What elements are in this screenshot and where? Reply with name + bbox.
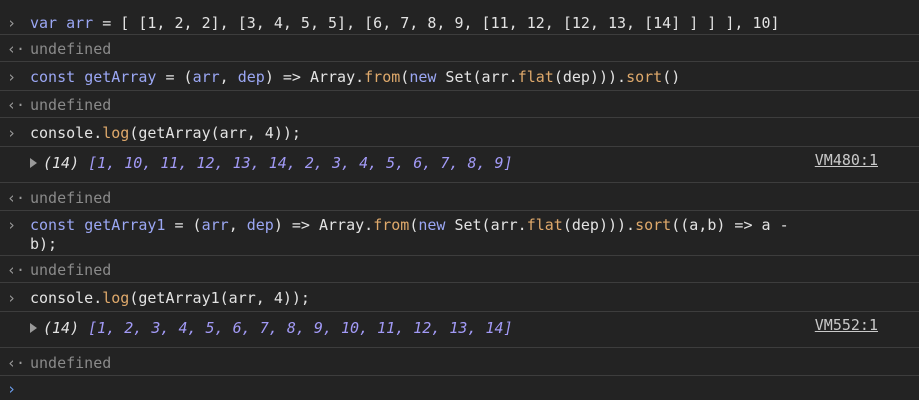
method-name: sort <box>635 216 672 234</box>
param: arr <box>201 216 229 234</box>
console-log-output: (14) [1, 10, 11, 12, 13, 14, 2, 3, 4, 5,… <box>0 147 919 183</box>
code-line: const getArray1 = (arr, dep) => Array.fr… <box>30 216 879 235</box>
code-text: (dep))). <box>562 216 636 234</box>
variable-name: getArray1 <box>84 216 166 234</box>
code-line: const getArray = (arr, dep) => Array.fro… <box>30 68 879 87</box>
code-line: console.log(getArray(arr, 4)); <box>30 124 879 143</box>
method-name: from <box>364 68 401 86</box>
code-text: ( <box>400 68 410 86</box>
console-input-entry[interactable]: › console.log(getArray1(arr, 4)); <box>0 283 919 312</box>
console-prompt[interactable]: › <box>0 376 919 400</box>
expand-triangle-icon[interactable] <box>30 158 37 168</box>
prompt-caret-icon: › <box>7 380 17 398</box>
code-line-continued: b); <box>30 235 58 253</box>
source-link[interactable]: VM480:1 <box>815 151 878 170</box>
return-arrow-icon: ‹· <box>7 354 26 372</box>
array-preview[interactable]: (14) [1, 10, 11, 12, 13, 14, 2, 3, 4, 5,… <box>30 154 879 173</box>
keyword: new <box>409 68 437 86</box>
return-value: undefined <box>30 96 112 114</box>
code-text: , <box>228 216 247 234</box>
console-input-entry[interactable]: › const getArray1 = (arr, dep) => Array.… <box>0 211 919 256</box>
console-input-entry[interactable]: › var arr = [ [1, 2, 2], [3, 4, 5, 5], [… <box>0 0 919 35</box>
code-text: Set(arr. <box>436 68 518 86</box>
code-text: ) => <box>264 68 310 86</box>
return-value: undefined <box>30 40 112 58</box>
console-return-entry: ‹· undefined <box>0 348 919 376</box>
code-text: (getArray(arr, 4)); <box>129 124 301 142</box>
array-items: [1, 2, 3, 4, 5, 6, 7, 8, 9, 10, 11, 12, … <box>88 319 513 337</box>
chevron-right-icon: › <box>7 68 17 86</box>
variable-name: getArray <box>84 68 157 86</box>
return-value: undefined <box>30 261 112 279</box>
keyword: new <box>418 216 446 234</box>
param: dep <box>246 216 274 234</box>
return-arrow-icon: ‹· <box>7 261 26 279</box>
console-input-entry[interactable]: › const getArray = (arr, dep) => Array.f… <box>0 62 919 91</box>
code-text: (dep))). <box>553 68 627 86</box>
console-return-entry: ‹· undefined <box>0 256 919 283</box>
code-text: , <box>219 68 238 86</box>
method-name: from <box>373 216 410 234</box>
class-name: Array <box>309 68 356 86</box>
code-text: ( <box>409 216 419 234</box>
source-link[interactable]: VM552:1 <box>815 316 878 335</box>
chevron-right-icon: › <box>7 14 17 32</box>
chevron-right-icon: › <box>7 216 17 234</box>
code-text: Set(arr. <box>445 216 527 234</box>
console-return-entry: ‹· undefined <box>0 35 919 62</box>
code-text: ((a,b) => a - <box>671 216 789 234</box>
expand-triangle-icon[interactable] <box>30 323 37 333</box>
array-items: [1, 10, 11, 12, 13, 14, 2, 3, 4, 5, 6, 7… <box>88 154 513 172</box>
keyword: const <box>30 216 76 234</box>
method-name: sort <box>626 68 663 86</box>
array-length: (14) <box>43 319 80 337</box>
code-text: (getArray1(arr, 4)); <box>129 289 310 307</box>
console-return-entry: ‹· undefined <box>0 91 919 118</box>
return-value: undefined <box>30 189 112 207</box>
console-return-entry: ‹· undefined <box>0 183 919 211</box>
code-text: console. <box>30 289 103 307</box>
console-log-output: (14) [1, 2, 3, 4, 5, 6, 7, 8, 9, 10, 11,… <box>0 312 919 348</box>
chevron-right-icon: › <box>7 289 17 307</box>
code-text: console. <box>30 124 103 142</box>
return-value: undefined <box>30 354 112 372</box>
code-text: = ( <box>156 68 193 86</box>
code-text: . <box>364 216 374 234</box>
code-line: console.log(getArray1(arr, 4)); <box>30 289 879 308</box>
param: dep <box>237 68 265 86</box>
code-text: () <box>662 68 681 86</box>
param: arr <box>192 68 220 86</box>
method-name: log <box>102 124 130 142</box>
keyword: const <box>30 68 76 86</box>
variable-name: arr <box>66 14 94 32</box>
array-length: (14) <box>43 154 80 172</box>
chevron-right-icon: › <box>7 124 17 142</box>
method-name: flat <box>517 68 554 86</box>
method-name: flat <box>526 216 563 234</box>
code-text: . <box>355 68 365 86</box>
class-name: Array <box>319 216 365 234</box>
return-arrow-icon: ‹· <box>7 40 26 58</box>
code-line: var arr = [ [1, 2, 2], [3, 4, 5, 5], [6,… <box>30 14 879 33</box>
console-input-entry[interactable]: › console.log(getArray(arr, 4)); <box>0 118 919 147</box>
return-arrow-icon: ‹· <box>7 189 26 207</box>
method-name: log <box>102 289 130 307</box>
code-text: ) => <box>273 216 319 234</box>
array-preview[interactable]: (14) [1, 2, 3, 4, 5, 6, 7, 8, 9, 10, 11,… <box>30 319 879 338</box>
return-arrow-icon: ‹· <box>7 96 26 114</box>
code-text: = [ [1, 2, 2], [3, 4, 5, 5], [6, 7, 8, 9… <box>93 14 780 32</box>
keyword: var <box>30 14 58 32</box>
code-text: = ( <box>165 216 202 234</box>
console-panel: › var arr = [ [1, 2, 2], [3, 4, 5, 5], [… <box>0 0 919 400</box>
